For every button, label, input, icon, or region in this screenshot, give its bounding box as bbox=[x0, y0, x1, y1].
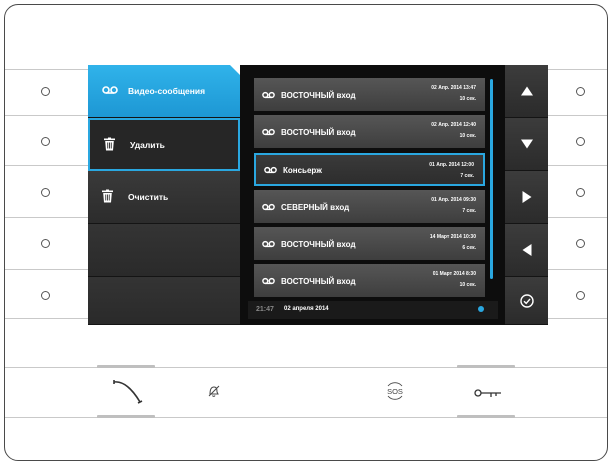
voicemail-icon bbox=[262, 198, 275, 216]
menu-item-delete[interactable]: Удалить bbox=[88, 118, 240, 171]
arrow-down-icon bbox=[520, 139, 533, 149]
message-name: ВОСТОЧНЫЙ вход bbox=[281, 127, 356, 137]
message-duration: 10 сек. bbox=[459, 96, 476, 102]
scrollbar[interactable] bbox=[490, 79, 493, 279]
notification-dot bbox=[478, 306, 484, 312]
key-icon bbox=[474, 389, 501, 397]
status-bar: 21:47 02 апреля 2014 bbox=[248, 301, 498, 319]
message-row-selected[interactable]: Консьерж 01 Апр. 2014 12:00 7 сек. bbox=[254, 153, 485, 186]
right-side-button-2[interactable] bbox=[576, 137, 585, 146]
voicemail-icon bbox=[262, 123, 275, 141]
door-open-button[interactable] bbox=[474, 385, 502, 403]
message-row[interactable]: ВОСТОЧНЫЙ вход 02 Апр. 2014 13:47 10 сек… bbox=[254, 78, 485, 111]
right-side-button-1[interactable] bbox=[576, 87, 585, 96]
clock-time: 21:47 bbox=[256, 306, 274, 313]
corner-fold bbox=[230, 65, 240, 75]
navigation-panel bbox=[505, 65, 548, 325]
message-duration: 10 сек. bbox=[459, 282, 476, 288]
left-side-button-4[interactable] bbox=[41, 239, 50, 248]
trash-icon bbox=[104, 137, 115, 152]
trash-icon bbox=[102, 189, 113, 205]
voicemail-icon bbox=[262, 86, 275, 104]
left-side-button-5[interactable] bbox=[41, 291, 50, 300]
message-row[interactable]: СЕВЕРНЫЙ вход 01 Апр. 2014 09:30 7 сек. bbox=[254, 190, 485, 223]
voicemail-icon bbox=[262, 235, 275, 253]
sos-icon: SOS bbox=[387, 382, 403, 400]
nav-up-button[interactable] bbox=[505, 65, 548, 118]
display-screen: Видео-сообщения Удалить Очистить ВОСТОЧН… bbox=[88, 65, 548, 325]
arrow-right-icon bbox=[522, 191, 531, 203]
message-row[interactable]: ВОСТОЧНЫЙ вход 01 Март 2014 8:30 10 сек. bbox=[254, 264, 485, 297]
menu-empty-slot bbox=[88, 277, 240, 325]
message-date: 01 Апр. 2014 12:00 bbox=[429, 162, 474, 168]
left-side-button-1[interactable] bbox=[41, 87, 50, 96]
message-duration: 10 сек. bbox=[459, 133, 476, 139]
handset-indicator-bar bbox=[97, 415, 155, 418]
left-side-button-2[interactable] bbox=[41, 137, 50, 146]
status-date: 02 апреля 2014 bbox=[284, 306, 329, 312]
arrow-left-icon bbox=[522, 244, 531, 256]
voicemail-icon bbox=[102, 85, 118, 97]
message-duration: 6 сек. bbox=[462, 245, 476, 251]
handset-button[interactable] bbox=[113, 379, 143, 410]
sos-button[interactable]: SOS bbox=[385, 382, 405, 405]
left-side-button-3[interactable] bbox=[41, 188, 50, 197]
right-side-button-5[interactable] bbox=[576, 291, 585, 300]
right-side-button-3[interactable] bbox=[576, 188, 585, 197]
bell-off-icon bbox=[208, 385, 220, 397]
arrow-up-icon bbox=[520, 86, 533, 96]
sos-label: SOS bbox=[387, 387, 403, 396]
menu-panel: Видео-сообщения Удалить Очистить bbox=[88, 65, 240, 325]
message-name: Консьерж bbox=[283, 165, 322, 175]
message-date: 02 Апр. 2014 12:40 bbox=[431, 122, 476, 128]
message-name: ВОСТОЧНЫЙ вход bbox=[281, 90, 356, 100]
nav-left-button[interactable] bbox=[505, 224, 548, 277]
voicemail-icon bbox=[264, 161, 277, 179]
voicemail-icon bbox=[262, 272, 275, 290]
menu-item-clear[interactable]: Очистить bbox=[88, 171, 240, 224]
menu-item-label: Очистить bbox=[128, 192, 169, 202]
bottom-divider bbox=[5, 417, 607, 418]
message-date: 01 Март 2014 8:30 bbox=[432, 271, 476, 277]
menu-item-label: Видео-сообщения bbox=[128, 86, 206, 96]
nav-right-button[interactable] bbox=[505, 171, 548, 224]
message-date: 02 Апр. 2014 13:47 bbox=[431, 85, 476, 91]
key-indicator-bar bbox=[457, 365, 515, 368]
handset-indicator-bar bbox=[97, 365, 155, 368]
menu-item-video-messages[interactable]: Видео-сообщения bbox=[88, 65, 240, 118]
message-date: 14 Март 2014 10:30 bbox=[429, 234, 476, 240]
message-row[interactable]: ВОСТОЧНЫЙ вход 02 Апр. 2014 12:40 10 сек… bbox=[254, 115, 485, 148]
menu-empty-slot bbox=[88, 224, 240, 277]
nav-confirm-button[interactable] bbox=[505, 277, 548, 325]
message-duration: 7 сек. bbox=[460, 173, 474, 179]
handset-icon bbox=[113, 380, 143, 404]
message-row[interactable]: ВОСТОЧНЫЙ вход 14 Март 2014 10:30 6 сек. bbox=[254, 227, 485, 260]
message-name: ВОСТОЧНЫЙ вход bbox=[281, 276, 356, 286]
message-name: СЕВЕРНЫЙ вход bbox=[281, 202, 350, 212]
mute-bell-button[interactable] bbox=[207, 384, 220, 403]
message-list: ВОСТОЧНЫЙ вход 02 Апр. 2014 13:47 10 сек… bbox=[248, 65, 503, 325]
menu-item-label: Удалить bbox=[130, 139, 165, 150]
confirm-icon bbox=[519, 293, 534, 308]
intercom-device: Видео-сообщения Удалить Очистить ВОСТОЧН… bbox=[4, 4, 608, 461]
nav-down-button[interactable] bbox=[505, 118, 548, 171]
bottom-divider bbox=[5, 367, 607, 368]
message-name: ВОСТОЧНЫЙ вход bbox=[281, 239, 356, 249]
key-indicator-bar bbox=[457, 415, 515, 418]
message-date: 01 Апр. 2014 09:30 bbox=[431, 197, 476, 203]
message-duration: 7 сек. bbox=[462, 208, 476, 214]
right-side-button-4[interactable] bbox=[576, 239, 585, 248]
